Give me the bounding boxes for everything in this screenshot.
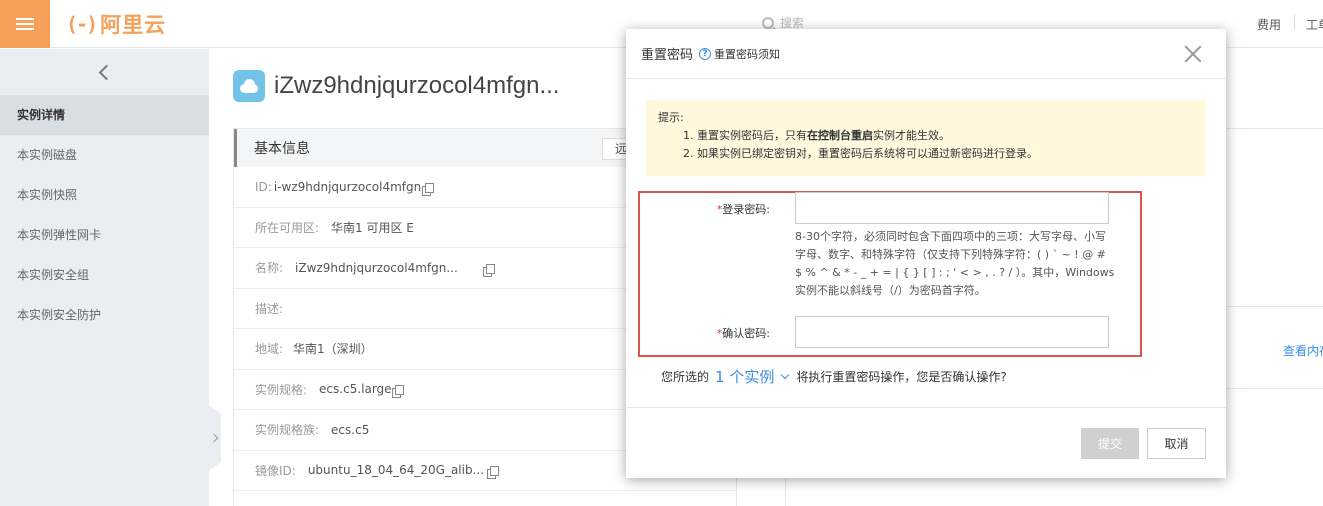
password-rules-hint: 8-30个字符，必须同时包含下面四项中的三项：大写字母、小写字母、数字、和特殊字… bbox=[795, 230, 1115, 297]
info-label: 实例规格族: bbox=[255, 423, 320, 438]
logo-mark-icon: (-) bbox=[66, 12, 98, 36]
chevron-down-icon[interactable] bbox=[781, 370, 790, 379]
chevron-left-icon bbox=[98, 64, 115, 80]
info-label: 镜像ID: bbox=[255, 463, 296, 478]
confirm-prefix: 您所选的 bbox=[661, 370, 710, 384]
logo[interactable]: (-) 阿里云 bbox=[66, 10, 166, 38]
top-link-ticket[interactable]: 工单 bbox=[1306, 16, 1323, 33]
sidebar-item-instance-details[interactable]: 实例详情 bbox=[0, 95, 209, 135]
sidebar-item-disks[interactable]: 本实例磁盘 bbox=[0, 135, 209, 175]
dialog-header: 重置密码 ? 重置密码须知 bbox=[626, 29, 1226, 79]
login-password-label: *登录密码: bbox=[716, 203, 770, 216]
top-divider bbox=[1294, 14, 1295, 30]
password-form: *登录密码: 8-30个字符，必须同时包含下面四项中的三项：大写字母、小写字母、… bbox=[638, 191, 1142, 357]
back-button[interactable] bbox=[0, 49, 209, 95]
info-label: 地域: bbox=[255, 342, 284, 357]
info-value: iZwz9hdnjqurzocol4mfgn... bbox=[295, 260, 458, 275]
close-icon[interactable] bbox=[1184, 45, 1202, 63]
tip-box: 提示: 1. 重置实例密码后，只有在控制台重启实例才能生效。 2. 如果实例已绑… bbox=[646, 100, 1206, 176]
view-memory-link[interactable]: 查看内存 bbox=[1283, 342, 1323, 359]
reset-password-notice-link[interactable]: 重置密码须知 bbox=[714, 46, 780, 62]
instance-header: iZwz9hdnjqurzocol4mfgn... bbox=[233, 70, 559, 102]
copy-icon[interactable] bbox=[490, 466, 500, 477]
cloud-instance-icon bbox=[233, 70, 265, 102]
copy-icon[interactable] bbox=[425, 182, 435, 193]
info-value: 华南1（深圳） bbox=[293, 342, 373, 357]
info-value: i-wz9hdnjqurzocol4mfgn bbox=[273, 179, 422, 194]
chevron-right-icon bbox=[209, 433, 218, 443]
sidebar: 实例详情 本实例磁盘 本实例快照 本实例弹性网卡 本实例安全组 本实例安全防护 bbox=[0, 49, 209, 506]
logo-text: 阿里云 bbox=[100, 13, 167, 37]
hamburger-icon bbox=[16, 18, 34, 30]
sidebar-item-eni[interactable]: 本实例弹性网卡 bbox=[0, 215, 209, 255]
dialog-footer: 提交 取消 bbox=[626, 407, 1226, 478]
help-icon[interactable]: ? bbox=[699, 47, 712, 60]
info-label: 所在可用区: bbox=[255, 220, 320, 235]
page-title: iZwz9hdnjqurzocol4mfgn... bbox=[274, 72, 560, 99]
confirm-password-input[interactable] bbox=[795, 316, 1109, 348]
info-value: ubuntu_18_04_64_20G_alib... bbox=[307, 463, 485, 478]
basic-info-title: 基本信息 bbox=[254, 141, 310, 157]
info-label: ID: bbox=[255, 179, 272, 194]
info-label: 实例规格: bbox=[255, 382, 308, 397]
search-icon bbox=[762, 16, 774, 29]
confirm-message: 您所选的 1 个实例 将执行重置密码操作，您是否确认操作? bbox=[661, 366, 1007, 387]
sidebar-collapse-handle[interactable] bbox=[209, 406, 221, 470]
info-label: 描述: bbox=[255, 301, 284, 316]
tip-item-1: 1. 重置实例密码后，只有在控制台重启实例才能生效。 bbox=[683, 129, 950, 142]
login-password-input[interactable] bbox=[795, 192, 1109, 224]
sidebar-item-security-groups[interactable]: 本实例安全组 bbox=[0, 255, 209, 295]
sidebar-item-security-protection[interactable]: 本实例安全防护 bbox=[0, 295, 209, 335]
menu-button[interactable] bbox=[0, 0, 50, 48]
sidebar-item-snapshots[interactable]: 本实例快照 bbox=[0, 175, 209, 215]
info-value: ecs.c5.large bbox=[319, 382, 392, 397]
info-value: 华南1 可用区 E bbox=[331, 220, 414, 235]
info-label: 名称: bbox=[255, 261, 284, 276]
dialog-title: 重置密码 bbox=[641, 48, 694, 63]
cancel-button[interactable]: 取消 bbox=[1147, 428, 1206, 459]
top-link-billing[interactable]: 费用 bbox=[1257, 16, 1281, 33]
copy-icon[interactable] bbox=[394, 385, 404, 396]
submit-button[interactable]: 提交 bbox=[1081, 428, 1139, 459]
tip-list: 1. 重置实例密码后，只有在控制台重启实例才能生效。 2. 如果实例已绑定密钥对… bbox=[658, 127, 1194, 163]
confirm-password-label: *确认密码: bbox=[716, 327, 770, 340]
instance-count-dropdown[interactable]: 1 个实例 bbox=[715, 366, 774, 387]
tip-item-2: 2. 如果实例已绑定密钥对，重置密码后系统将可以通过新密码进行登录。 bbox=[683, 147, 1038, 160]
tip-title: 提示: bbox=[658, 111, 684, 124]
confirm-suffix: 将执行重置密码操作，您是否确认操作? bbox=[796, 370, 1007, 384]
copy-icon[interactable] bbox=[485, 263, 495, 274]
reset-password-dialog: 重置密码 ? 重置密码须知 提示: 1. 重置实例密码后，只有在控制台重启实例才… bbox=[626, 29, 1226, 478]
info-value: ecs.c5 bbox=[331, 422, 370, 437]
